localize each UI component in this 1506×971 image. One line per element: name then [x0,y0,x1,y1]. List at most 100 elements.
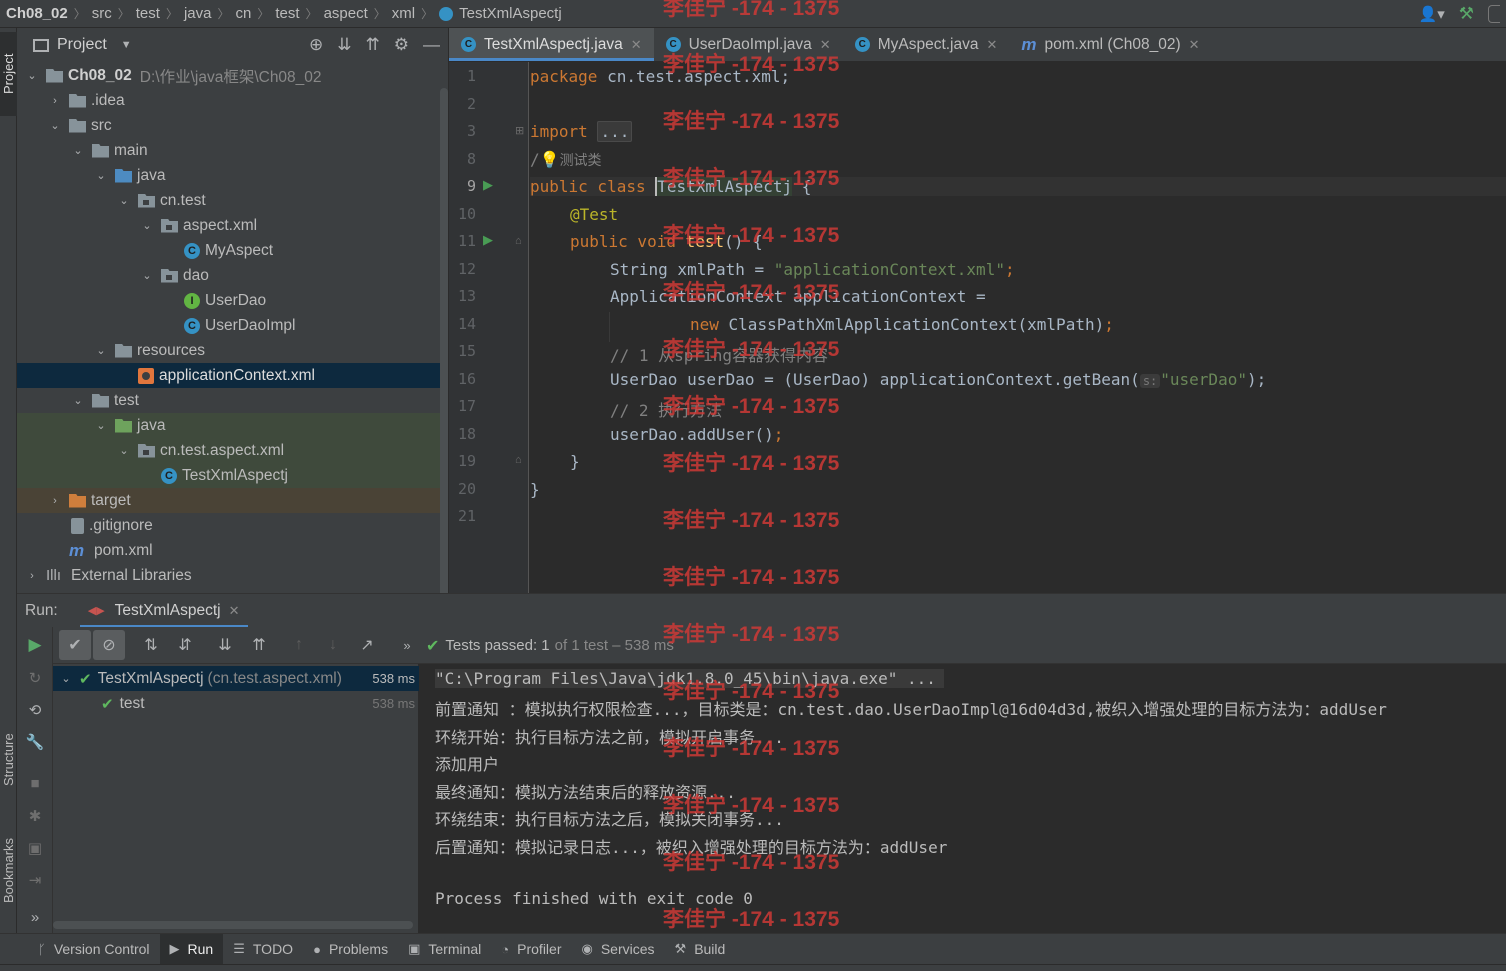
show-passed-icon[interactable]: ✔ [59,630,91,660]
breadcrumb-item[interactable]: test [136,5,160,22]
tree-item-userdao[interactable]: I UserDao [17,288,448,313]
user-icon[interactable]: 👤▾ [1419,5,1445,23]
chevron-down-icon[interactable]: ⌄ [94,419,108,432]
tool-todo[interactable]: ☰ TODO [223,934,303,965]
bookmarks-tool-tab[interactable]: Bookmarks [0,820,17,920]
tree-item-resources[interactable]: ⌄ resources [17,338,448,363]
more-icon[interactable]: » [17,909,53,926]
run-gutter-icon[interactable]: ▶ [483,232,493,248]
close-icon[interactable]: ✕ [631,37,642,53]
toggle-auto-test-icon[interactable]: ⟲ [17,701,53,719]
tree-item-myaspect[interactable]: C MyAspect [17,238,448,263]
tool-services[interactable]: ◉ Services [572,934,665,965]
tree-item-cn-test[interactable]: ⌄ cn.test [17,188,448,213]
run-config-button[interactable] [1488,5,1500,23]
fold-icon[interactable]: ⌂ [515,235,522,247]
build-hammer-icon[interactable]: ⚒ [1459,4,1474,24]
chevron-down-icon[interactable]: ⌄ [25,69,39,82]
lightbulb-icon[interactable]: 💡 [540,150,560,169]
exit-icon[interactable]: ⇥ [17,871,53,889]
collapse-all-icon[interactable]: ⇈ [366,35,380,55]
breadcrumb-item[interactable]: src [92,5,112,22]
tool-profiler[interactable]: ◔ Profiler [491,934,571,965]
locate-target-icon[interactable]: ⊕ [309,35,323,55]
run-gutter-icon[interactable]: ▶ [483,177,493,193]
tree-item-main[interactable]: ⌄ main [17,138,448,163]
tree-item-testxmlaspectj[interactable]: C TestXmlAspectj [17,463,448,488]
project-tool-tab[interactable]: Project [0,32,17,116]
chevron-down-icon[interactable]: ⌄ [94,344,108,357]
tree-item-cn-test-aspect-xml[interactable]: ⌄ cn.test.aspect.xml [17,438,448,463]
close-icon[interactable]: ✕ [987,37,998,53]
export-results-icon[interactable]: ↗ [351,630,383,660]
minimize-icon[interactable]: — [423,35,440,55]
tree-item-gitignore[interactable]: .gitignore [17,513,448,538]
project-scrollbar[interactable] [440,88,448,593]
collapse-all-icon[interactable]: ⇈ [243,630,275,660]
tree-item-src[interactable]: ⌄ src [17,113,448,138]
next-occurrence-icon[interactable]: ↓ [317,630,349,660]
debug-icon[interactable]: ✱ [17,807,53,825]
chevron-down-icon[interactable]: ⌄ [117,194,131,207]
sort-alpha-icon[interactable]: ⇅ [135,630,167,660]
chevron-down-icon[interactable]: ⌄ [59,672,73,685]
close-icon[interactable]: ✕ [1189,37,1200,53]
previous-occurrence-icon[interactable]: ↑ [283,630,315,660]
more-icon[interactable]: » [391,630,423,660]
breadcrumb-item[interactable]: java [184,5,212,22]
tool-problems[interactable]: ● Problems [303,934,398,965]
run-tab-testxmlaspectj[interactable]: ◀▶ TestXmlAspectj ✕ [79,594,248,628]
code-editor[interactable]: 1 2 3 8 9 10 11 12 13 14 15 16 17 18 19 … [449,62,1506,593]
tab-myaspect[interactable]: C MyAspect.java ✕ [843,28,1010,61]
chevron-down-icon[interactable]: ▼ [121,39,132,51]
expand-all-icon[interactable]: ⇊ [337,35,351,55]
expand-all-icon[interactable]: ⇊ [209,630,241,660]
test-tree-row[interactable]: ⌄ ✔ TestXmlAspectj (cn.test.aspect.xml) … [53,666,419,691]
fold-icon[interactable]: ⊞ [515,124,524,137]
breadcrumb-item[interactable]: cn [236,5,252,22]
breadcrumb-item[interactable]: xml [392,5,415,22]
breadcrumb-file[interactable]: TestXmlAspectj [459,5,562,22]
chevron-right-icon[interactable]: › [25,570,39,582]
tree-item-dao[interactable]: ⌄ dao [17,263,448,288]
tool-terminal[interactable]: ▣ Terminal [398,934,491,965]
close-icon[interactable]: ✕ [820,37,831,53]
tool-build[interactable]: ⚒ Build [665,934,736,965]
gear-icon[interactable]: ⚙ [394,35,409,55]
tab-pom-xml[interactable]: m pom.xml (Ch08_02) ✕ [1009,28,1211,61]
tree-item-applicationcontext-xml[interactable]: applicationContext.xml [17,363,448,388]
tree-item-idea[interactable]: › .idea [17,88,448,113]
tree-item-project-root[interactable]: ⌄ Ch08_02 D:\作业\java框架\Ch08_02 [17,63,448,88]
tree-item-java-main[interactable]: ⌄ java [17,163,448,188]
structure-tool-tab[interactable]: Structure [0,718,17,802]
breadcrumb-item[interactable]: test [275,5,299,22]
tree-item-pom-xml[interactable]: m pom.xml [17,538,448,563]
chevron-down-icon[interactable]: ⌄ [117,444,131,457]
chevron-down-icon[interactable]: ⌄ [140,269,154,282]
tree-item-java-test[interactable]: ⌄ java [17,413,448,438]
close-icon[interactable]: ✕ [229,603,240,619]
tree-item-test[interactable]: ⌄ test [17,388,448,413]
wrench-icon[interactable]: 🔧 [17,733,53,751]
chevron-down-icon[interactable]: ⌄ [71,144,85,157]
console-output[interactable]: "C:\Program Files\Java\jdk1.8.0_45\bin\j… [420,664,1506,933]
project-view-selector[interactable]: Project [57,36,107,54]
horizontal-scrollbar[interactable] [53,921,413,929]
chevron-down-icon[interactable]: ⌄ [48,119,62,132]
breadcrumb-item[interactable]: aspect [324,5,368,22]
rerun-icon[interactable]: ▶ [17,635,53,655]
chevron-down-icon[interactable]: ⌄ [94,169,108,182]
test-tree-row[interactable]: ✔ test 538 ms [53,691,419,716]
chevron-down-icon[interactable]: ⌄ [71,394,85,407]
chevron-down-icon[interactable]: ⌄ [140,219,154,232]
tool-version-control[interactable]: ᚴ Version Control [28,934,160,965]
chevron-right-icon[interactable]: › [48,495,62,507]
show-ignored-icon[interactable]: ⊘ [93,630,125,660]
tree-item-target[interactable]: › target [17,488,448,513]
rerun-failed-icon[interactable]: ↻ [17,669,53,687]
sort-duration-icon[interactable]: ⇵ [169,630,201,660]
folded-imports[interactable]: ... [597,121,633,142]
camera-icon[interactable]: ▣ [17,839,53,857]
chevron-right-icon[interactable]: › [48,95,62,107]
tool-run[interactable]: ▶ Run [159,933,224,965]
